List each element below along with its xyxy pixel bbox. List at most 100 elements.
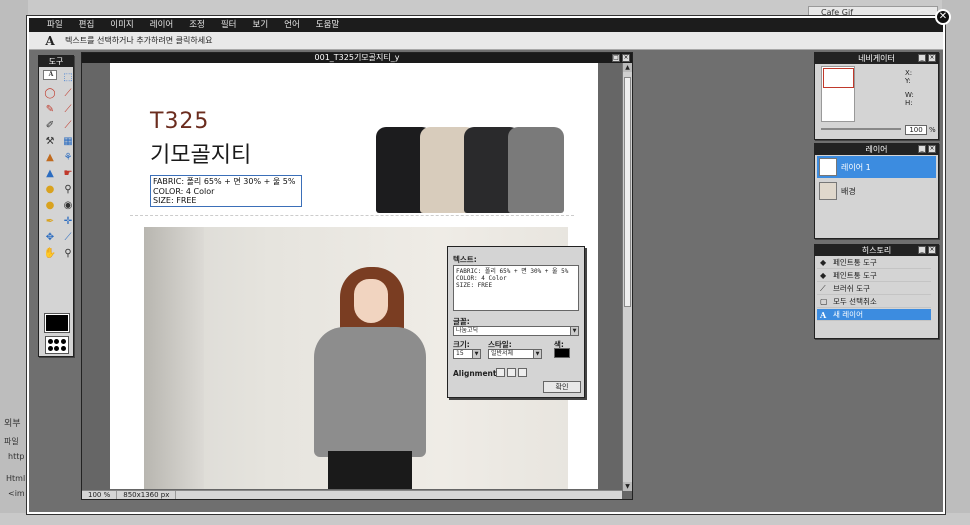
brush-presets-icon[interactable] — [45, 336, 69, 354]
history-panel: 히스토리 _ × ◆ 페인트통 도구 ◆ 페인트통 도구 ⟋ 브러쉬 도구 ▢ 모두 선택취… — [814, 244, 939, 339]
canvas-title-bar[interactable]: 001_T325기모골지티_y □ × — [82, 53, 632, 63]
y-label: Y: — [905, 77, 911, 85]
crosshair-icon[interactable]: ✛ — [61, 214, 75, 228]
layers-panel: 레이어 _ × A 레이어 1 배경 — [814, 143, 939, 239]
spec-line-color: COLOR: 4 Color — [153, 186, 215, 196]
navigator-title-bar[interactable]: 네비게이터 _ × — [815, 53, 938, 64]
smudge-icon[interactable]: ☛ — [61, 166, 75, 180]
image-layer-icon — [819, 182, 837, 200]
drop-icon[interactable]: ⚘ — [61, 150, 75, 164]
eraser-icon[interactable]: ✐ — [43, 118, 57, 132]
pencil-icon[interactable]: ✎ — [43, 102, 57, 116]
product-code: T325 — [150, 109, 210, 134]
scroll-up-icon[interactable]: ▲ — [623, 63, 632, 72]
history-item[interactable]: ▢ 모두 선택취소 — [817, 296, 931, 308]
minimize-icon[interactable]: _ — [918, 54, 926, 62]
chevron-down-icon: ▼ — [570, 327, 578, 335]
text-properties-dialog: 텍스트: FABRIC: 폴리 65% + 면 30% + 울 5% COLOR… — [447, 246, 585, 398]
text-tool-icon: A — [45, 33, 55, 48]
navigator-zoom-field[interactable]: 100 — [905, 125, 927, 135]
viewport-rect[interactable] — [823, 68, 854, 88]
menu-layer[interactable]: 레이어 — [142, 18, 181, 32]
chevron-down-icon: ▼ — [533, 350, 541, 358]
stamp-icon[interactable]: ⚒ — [43, 134, 57, 148]
wand-icon[interactable]: ⟋ — [61, 86, 75, 100]
text-icon[interactable]: A — [43, 70, 57, 80]
layer-row-background[interactable]: 배경 — [817, 180, 936, 202]
maximize-icon[interactable]: □ — [612, 54, 620, 62]
lasso-icon[interactable]: ◯ — [43, 86, 57, 100]
history-item-label: 페인트통 도구 — [833, 258, 877, 267]
tools-panel-title-text: 도구 — [48, 57, 64, 66]
gradient-icon[interactable]: ▦ — [61, 134, 75, 148]
zoom-slider[interactable] — [821, 128, 901, 130]
tools-panel: 도구 ⌗ ➚ ⬚ ◯ ⟋ ✎ ⟋ ✐ ⟋ ⚒ ▦ ▲ ⚘ ▲ ☛ ● ⚲ ● ◉… — [38, 55, 74, 357]
scroll-down-icon[interactable]: ▼ — [623, 482, 632, 491]
tools-panel-title[interactable]: 도구 — [39, 56, 73, 67]
align-center-icon[interactable] — [507, 368, 516, 377]
picker-icon[interactable]: ✒ — [43, 214, 57, 228]
align-right-icon[interactable] — [518, 368, 527, 377]
text-color-swatch[interactable] — [554, 348, 570, 358]
tool-options-bar: A 텍스트를 선택하거나 추가하려면 클릭하세요 — [29, 32, 943, 50]
navigator-thumbnail[interactable] — [821, 66, 855, 122]
scroll-thumb[interactable] — [624, 77, 631, 307]
brush-icon[interactable]: ⟋ — [61, 102, 75, 116]
menu-filter[interactable]: 필터 — [213, 18, 245, 32]
line-icon[interactable]: ⟋ — [61, 230, 75, 244]
eye-icon[interactable]: ◉ — [61, 198, 75, 212]
magnify-icon[interactable]: ⚲ — [61, 246, 75, 260]
history-item[interactable]: ◆ 페인트통 도구 — [817, 270, 931, 282]
spec-line-size: SIZE: FREE — [153, 196, 197, 205]
foreground-color-swatch[interactable] — [44, 313, 70, 333]
minimize-icon[interactable]: _ — [918, 246, 926, 254]
menu-help[interactable]: 도움말 — [308, 18, 347, 32]
history-item[interactable]: ◆ 페인트통 도구 — [817, 257, 931, 269]
marquee-icon[interactable]: ⬚ — [61, 70, 75, 84]
menu-view[interactable]: 보기 — [245, 18, 277, 32]
menu-file[interactable]: 파일 — [39, 18, 71, 32]
size-select[interactable]: 15 ▼ — [453, 349, 481, 359]
close-icon[interactable]: × — [622, 54, 630, 62]
menu-adjust[interactable]: 조정 — [181, 18, 213, 32]
sweater-gray — [508, 127, 564, 213]
host-right-strip — [942, 0, 970, 525]
navigator-panel: 네비게이터 _ × X: Y: W: H: 100 % — [814, 52, 939, 140]
history-title-bar[interactable]: 히스토리 _ × — [815, 245, 938, 256]
text-input[interactable]: FABRIC: 폴리 65% + 면 30% + 울 5% COLOR: 4 C… — [453, 265, 579, 311]
clone-icon[interactable]: ⟋ — [61, 118, 75, 132]
align-left-icon[interactable] — [496, 368, 505, 377]
menu-image[interactable]: 이미지 — [102, 18, 141, 32]
close-icon[interactable]: × — [928, 54, 936, 62]
close-icon[interactable]: × — [928, 246, 936, 254]
zoom-icon[interactable]: ⚲ — [61, 182, 75, 196]
close-window-icon[interactable]: ✕ — [935, 9, 951, 25]
menu-edit[interactable]: 편집 — [71, 18, 103, 32]
zoom-level[interactable]: 100 % — [82, 491, 118, 499]
menu-language[interactable]: 언어 — [276, 18, 308, 32]
layers-title-bar[interactable]: 레이어 _ × — [815, 144, 938, 155]
vertical-scrollbar[interactable]: ▲ ▼ — [622, 63, 632, 491]
font-select[interactable]: 나눔고딕 ▼ — [453, 326, 579, 336]
sponge-icon[interactable]: ● — [43, 182, 57, 196]
bucket-icon[interactable]: ▲ — [43, 150, 57, 164]
sharpen-icon[interactable]: ▲ — [43, 166, 57, 180]
close-icon[interactable]: × — [928, 145, 936, 153]
history-title: 히스토리 — [861, 246, 892, 255]
tool-hint: 텍스트를 선택하거나 추가하려면 클릭하세요 — [65, 36, 213, 45]
dodge-icon[interactable]: ● — [43, 198, 57, 212]
minimize-icon[interactable]: _ — [918, 145, 926, 153]
style-select[interactable]: 일반서체 ▼ — [488, 349, 542, 359]
text-layer-selection[interactable]: FABRIC: 폴리 65% + 면 30% + 울 5% COLOR: 4 C… — [150, 175, 302, 207]
size-value: 15 — [456, 350, 464, 357]
chevron-down-icon: ▼ — [472, 350, 480, 358]
image-editor-window: 파일 편집 이미지 레이어 조정 필터 보기 언어 도움말 A 텍스트를 선택하… — [27, 16, 945, 514]
history-item-active[interactable]: A 새 레이어 — [817, 309, 931, 321]
host-label-4: <im — [8, 489, 25, 498]
history-item-label: 페인트통 도구 — [833, 271, 877, 280]
history-item[interactable]: ⟋ 브러쉬 도구 — [817, 283, 931, 295]
transform-icon[interactable]: ✥ — [43, 230, 57, 244]
layer-row-1[interactable]: A 레이어 1 — [817, 156, 936, 178]
hand-icon[interactable]: ✋ — [43, 246, 57, 260]
ok-button[interactable]: 확인 — [543, 381, 581, 393]
